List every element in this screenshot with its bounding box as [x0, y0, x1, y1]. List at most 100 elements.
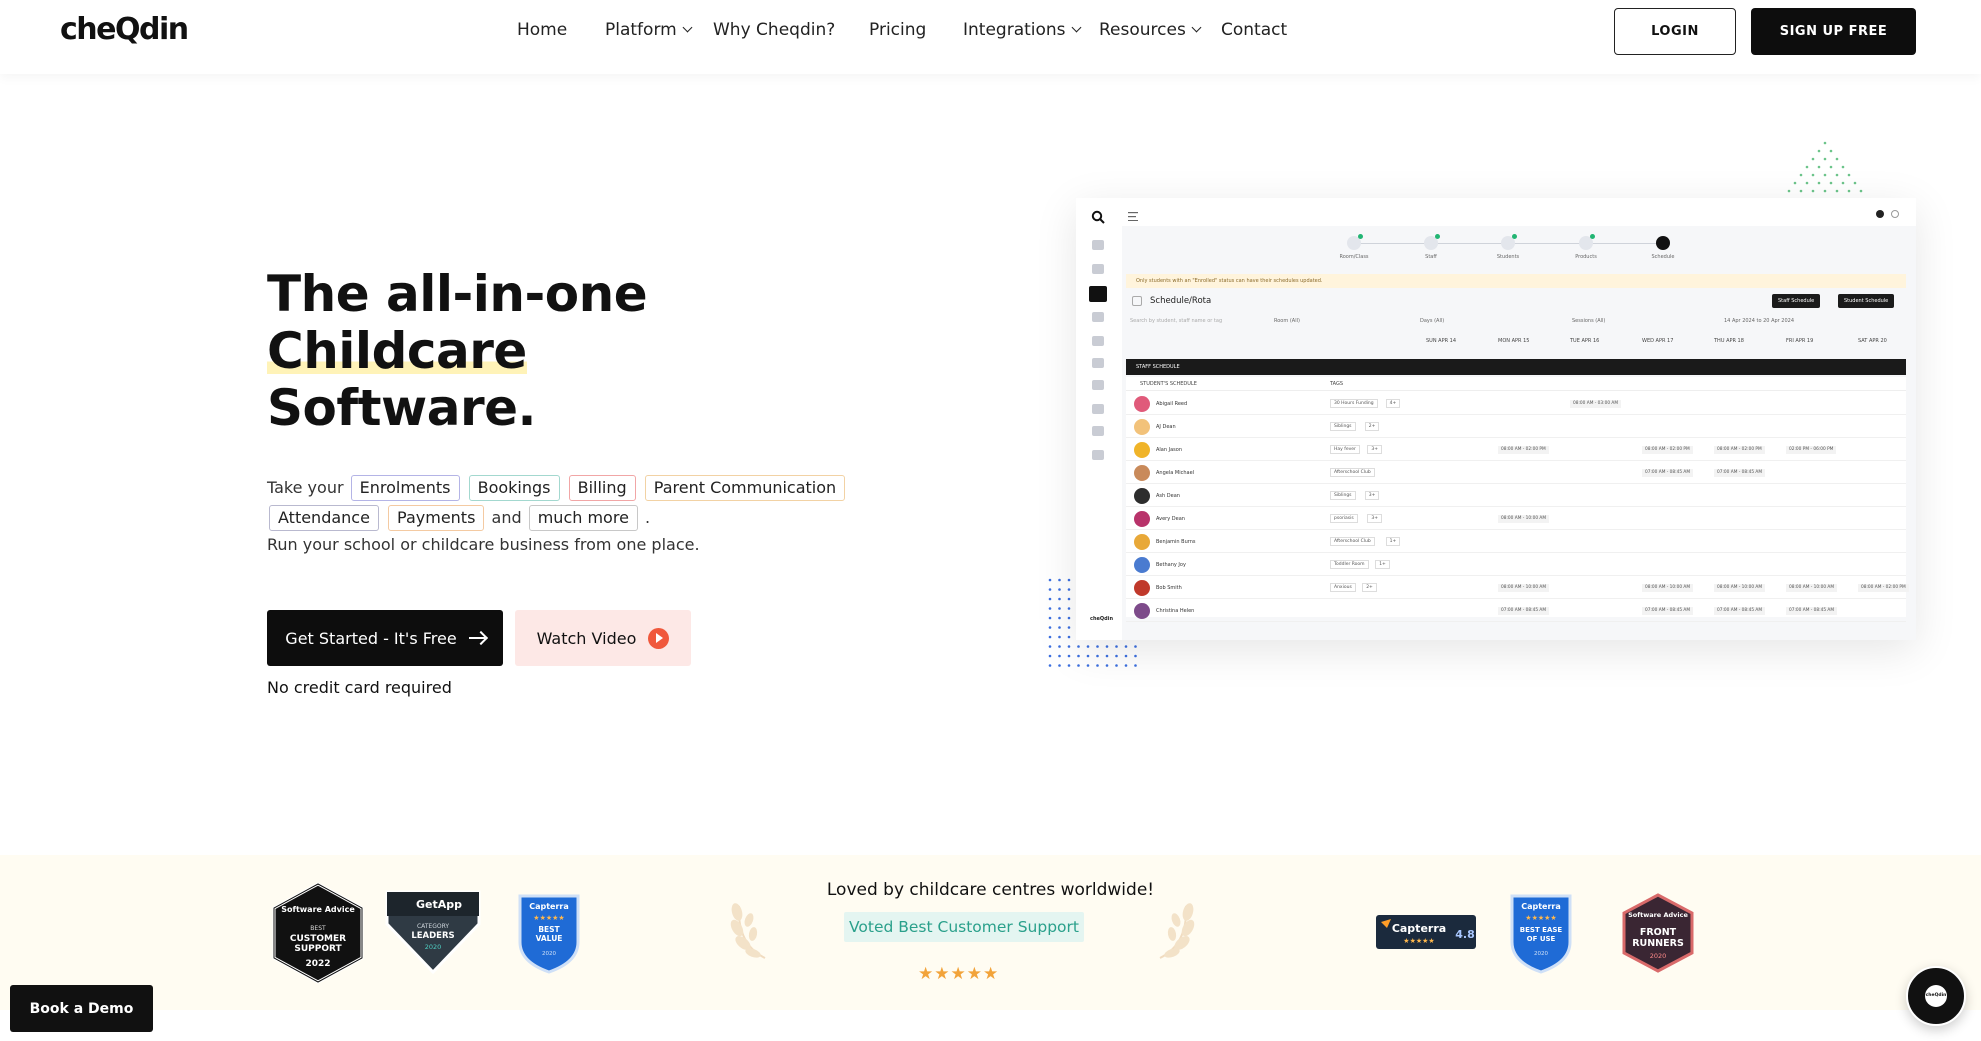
schedule-slot: 08:00 AM - 10:00 AM — [1498, 584, 1550, 592]
nav-platform[interactable]: Platform — [605, 20, 693, 40]
chat-widget-button[interactable]: cheQdin — [1906, 966, 1966, 1026]
laurel-left-icon — [730, 903, 766, 959]
day-header: FRI APR 19 — [1786, 338, 1814, 344]
nav-resources[interactable]: Resources — [1099, 20, 1202, 40]
table-row: Ash Dean Siblings 3+ — [1126, 484, 1906, 507]
hero-title-line1: The all-in-one — [267, 265, 648, 323]
settings-icon — [1092, 450, 1104, 460]
filter-days: Days (All) — [1420, 318, 1445, 324]
table-row: Avery Dean psoriasis 3+ 08:00 AM - 10:00 AM — [1126, 507, 1906, 530]
chevron-down-icon — [682, 22, 693, 33]
schedule-slot: 02:00 PM - 06:00 PM — [1786, 446, 1837, 454]
preview-sidebar-logo: cheQdin — [1090, 616, 1114, 622]
laurel-right-icon — [1159, 903, 1195, 959]
table-row: Angela Michael Afterschool Club 07:00 AM -… — [1126, 461, 1906, 484]
step-room-class: Room/Class — [1324, 234, 1384, 260]
day-header: MON APR 15 — [1498, 338, 1530, 344]
rating-stars: ★★★★★ — [918, 964, 1000, 984]
svg-text:RUNNERS: RUNNERS — [1632, 938, 1684, 949]
nav-home[interactable]: Home — [517, 20, 567, 40]
student-tag: Siblings — [1330, 491, 1356, 500]
day-header: SUN APR 14 — [1426, 338, 1457, 344]
table-row: Bethany Joy Toddler Room 1+ — [1126, 553, 1906, 576]
decorative-dots-green — [1787, 141, 1863, 193]
front-runners-badge: Software Advice FRONT RUNNERS 2020 — [1622, 893, 1694, 973]
day-header: THU APR 18 — [1714, 338, 1744, 344]
table-row: Abigail Reed 30 Hours Funding 4+ 08:00 AM -… — [1126, 392, 1906, 415]
schedule-slot: 07:00 AM - 08:45 AM — [1714, 607, 1766, 615]
student-tag: psoriasis — [1330, 514, 1358, 523]
avatar — [1134, 557, 1150, 573]
chip-parent-communication[interactable]: Parent Communication — [644, 475, 846, 501]
play-icon — [648, 627, 670, 649]
capterra-best-ease-badge: Capterra ★★★★★ BEST EASE OF USE 2020 — [1510, 894, 1572, 974]
nav-pricing[interactable]: Pricing — [869, 20, 926, 40]
chip-much-more[interactable]: much more — [528, 505, 638, 531]
student-name: Bethany Joy — [1156, 562, 1186, 568]
schedule-slot: 08:00 AM - 02:00 PM — [1498, 446, 1549, 454]
student-tag: 30 Hours Funding — [1330, 399, 1378, 408]
clipboard-icon — [1092, 264, 1104, 274]
schedule-icon — [1132, 296, 1142, 306]
svg-text:BEST: BEST — [310, 925, 326, 932]
day-header: WED APR 17 — [1642, 338, 1674, 344]
setup-steps: Room/Class Staff Students Products Sched… — [1122, 234, 1916, 266]
tag-more-count: 3+ — [1367, 445, 1383, 454]
svg-text:SUPPORT: SUPPORT — [294, 944, 342, 954]
search-icon — [1091, 210, 1105, 224]
feature-period: . — [645, 508, 651, 527]
report-icon — [1092, 404, 1104, 414]
nav-integrations[interactable]: Integrations — [963, 20, 1081, 40]
date-range: 14 Apr 2024 to 20 Apr 2024 — [1724, 318, 1795, 324]
svg-text:2020: 2020 — [542, 951, 556, 957]
step-products: Products — [1556, 234, 1616, 260]
svg-text:★★★★★: ★★★★★ — [1525, 914, 1556, 922]
nav-resources-label: Resources — [1099, 20, 1186, 40]
preview-sidebar: cheQdin — [1076, 198, 1122, 640]
chat-icon — [1092, 336, 1104, 346]
users-icon — [1092, 358, 1104, 368]
no-credit-card-note: No credit card required — [267, 678, 452, 697]
home-icon — [1092, 240, 1104, 250]
chip-enrolments[interactable]: Enrolments — [350, 475, 460, 501]
chip-attendance[interactable]: Attendance — [269, 505, 379, 531]
step-students: Students — [1478, 234, 1538, 260]
svg-text:4.8: 4.8 — [1455, 928, 1475, 941]
table-row: AJ Dean Siblings 2+ — [1126, 415, 1906, 438]
schedule-table-header: STUDENT'S SCHEDULE TAGS — [1126, 377, 1906, 391]
chip-bookings[interactable]: Bookings — [468, 475, 560, 501]
avatar — [1134, 488, 1150, 504]
schedule-slot: 08:00 AM - 02:00 PM — [1714, 446, 1765, 454]
chip-payments[interactable]: Payments — [388, 505, 485, 531]
nav-why-cheqdin[interactable]: Why Cheqdin? — [713, 20, 835, 40]
signup-button[interactable]: SIGN UP FREE — [1751, 8, 1916, 55]
schedule-titlebar: Schedule/Rota Staff Schedule Student Sch… — [1126, 292, 1906, 312]
avatar — [1134, 534, 1150, 550]
tag-more-count: 4+ — [1385, 399, 1401, 408]
svg-text:Software Advice: Software Advice — [281, 905, 355, 914]
capterra-rating-badge: Capterra ★★★★★ 4.8 — [1376, 915, 1476, 949]
and-word: and — [491, 508, 522, 527]
book-demo-button[interactable]: Book a Demo — [10, 985, 153, 1032]
tag-more-count: 2+ — [1364, 422, 1380, 431]
get-started-button[interactable]: Get Started - It's Free — [267, 610, 503, 666]
enrolled-note: Only students with an "Enrolled" status … — [1126, 274, 1906, 288]
watch-video-button[interactable]: Watch Video — [515, 610, 691, 666]
avatar — [1134, 511, 1150, 527]
student-name: Angela Michael — [1156, 470, 1195, 476]
svg-text:Capterra: Capterra — [1392, 922, 1446, 935]
getapp-badge: GetApp CATEGORY LEADERS 2020 — [385, 890, 481, 974]
svg-text:BEST EASE: BEST EASE — [1520, 926, 1563, 934]
svg-text:2020: 2020 — [425, 943, 442, 951]
schedule-slot: 08:00 AM - 10:00 AM — [1642, 584, 1694, 592]
login-button[interactable]: LOGIN — [1614, 8, 1736, 55]
chip-billing[interactable]: Billing — [568, 475, 636, 501]
nav-integrations-label: Integrations — [963, 20, 1066, 40]
schedule-slot: 08:00 AM - 02:00 PM — [1642, 446, 1693, 454]
tag-more-count: 3+ — [1364, 491, 1380, 500]
schedule-slot: 08:00 AM - 02:00 PM — [1858, 584, 1909, 592]
schedule-slot: 07:00 AM - 08:45 AM — [1498, 607, 1550, 615]
document-icon — [1092, 380, 1104, 390]
nav-contact[interactable]: Contact — [1221, 20, 1287, 40]
student-tag: Hay fever — [1330, 445, 1360, 454]
